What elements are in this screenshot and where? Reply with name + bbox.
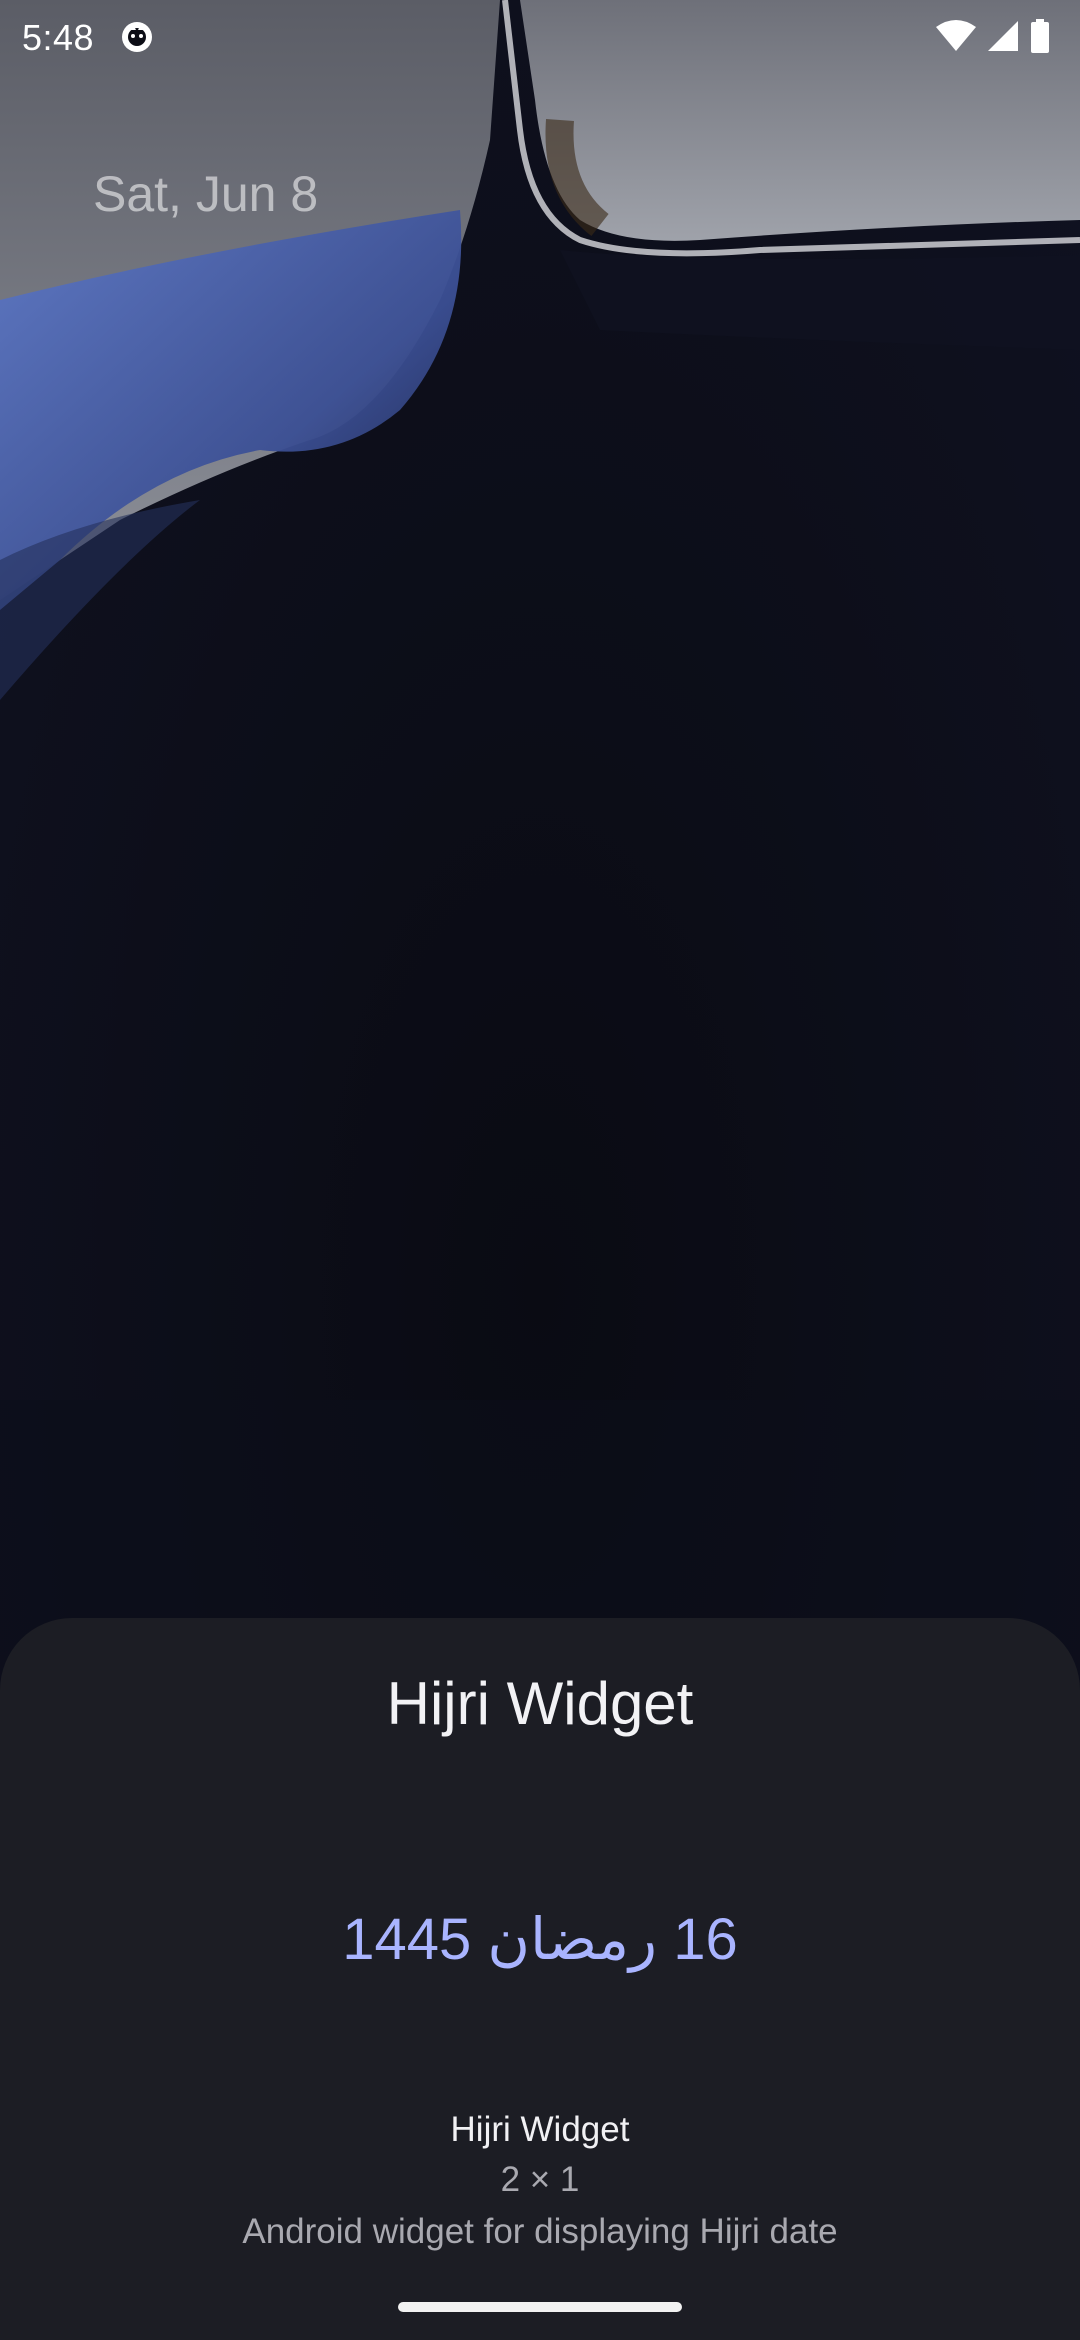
widget-name-label: Hijri Widget [450,2110,630,2149]
screen: 5:48 Sat, Jun 8 Hijri Widget 16 رمضان 14… [0,0,1080,2340]
status-time: 5:48 [22,17,95,58]
widget-size-label: 2 × 1 [500,2160,580,2199]
widget-bottom-sheet: Hijri Widget 16 رمضان 1445 Hijri Widget … [0,1618,1080,2340]
widget-preview[interactable]: 16 رمضان 1445 [240,1890,840,1990]
wifi-icon [936,19,976,58]
gesture-nav-handle[interactable] [398,2302,682,2312]
lock-screen-date: Sat, Jun 8 [93,166,319,222]
sheet-title: Hijri Widget [386,1670,694,1737]
battery-icon [1030,18,1050,58]
cell-signal-icon [986,19,1020,58]
app-notification-icon [122,22,152,52]
status-icons [936,18,1050,58]
hijri-date-text: 16 رمضان 1445 [342,1907,738,1972]
widget-description-label: Android widget for displaying Hijri date [242,2212,838,2251]
status-bar: 5:48 [0,0,1080,76]
